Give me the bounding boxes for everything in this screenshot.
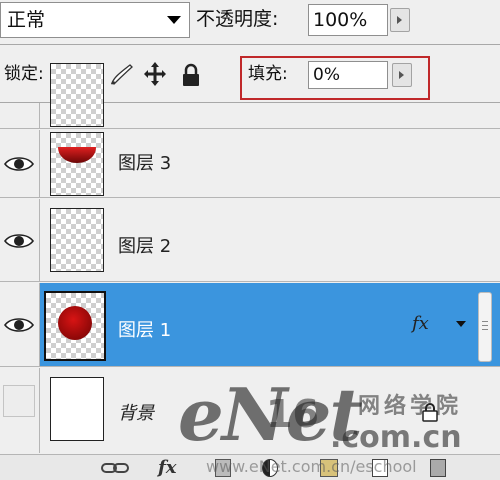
- layer-name[interactable]: 图层 3: [118, 152, 171, 176]
- layers-scrollbar[interactable]: [478, 292, 492, 362]
- red-circle-shape: [58, 306, 92, 340]
- layer-thumbnail: [50, 63, 104, 127]
- opacity-label: 不透明度:: [196, 8, 279, 30]
- opacity-input[interactable]: 100%: [308, 4, 388, 36]
- divider: [0, 44, 500, 45]
- opacity-stepper-button[interactable]: [390, 8, 410, 32]
- visibility-toggle[interactable]: [0, 103, 40, 128]
- blend-mode-value: 正常: [7, 9, 46, 31]
- lock-label: 锁定:: [4, 64, 44, 84]
- lock-all-padlock-icon[interactable]: [181, 63, 201, 87]
- eye-icon: [4, 234, 34, 248]
- layer-row-selected[interactable]: 图层 1 fx: [0, 283, 500, 367]
- watermark-number: 16: [266, 392, 319, 436]
- effects-expand-icon[interactable]: [456, 321, 466, 327]
- lock-image-brush-icon[interactable]: [108, 62, 134, 86]
- eye-icon: [4, 318, 34, 332]
- link-layers-icon[interactable]: [100, 459, 130, 477]
- add-layer-style-icon[interactable]: fx: [158, 459, 176, 477]
- effects-fx-icon[interactable]: fx: [412, 313, 429, 334]
- dropdown-arrow-icon: [167, 16, 181, 24]
- layer-name[interactable]: 背景: [118, 402, 154, 426]
- layer-thumbnail: [50, 208, 104, 272]
- layer-row[interactable]: 图层 3: [0, 130, 500, 198]
- layer-row[interactable]: 图层 2: [0, 199, 500, 282]
- lock-position-move-icon[interactable]: [143, 61, 167, 87]
- red-bowl-shape: [58, 147, 96, 163]
- layer-thumbnail: [50, 132, 104, 196]
- watermark-domain: .com.cn: [330, 420, 462, 455]
- layer-thumbnail: [44, 291, 106, 361]
- visibility-toggle[interactable]: [0, 130, 40, 197]
- eye-icon: [4, 157, 34, 171]
- layer-row-partial[interactable]: [0, 63, 500, 129]
- visibility-toggle[interactable]: [0, 199, 40, 281]
- visibility-toggle[interactable]: [0, 283, 40, 366]
- watermark-url: www.eNet.com.cn/eschool: [206, 457, 417, 476]
- layer-name[interactable]: 图层 1: [118, 319, 171, 343]
- delete-layer-icon[interactable]: [430, 459, 446, 477]
- blend-mode-dropdown[interactable]: 正常: [0, 2, 190, 38]
- empty-visibility-box: [3, 385, 35, 417]
- layers-bottom-bar: fx www.eNet.com.cn/eschool: [0, 454, 500, 480]
- visibility-toggle[interactable]: [0, 368, 40, 453]
- arrow-right-icon: [397, 16, 402, 24]
- fill-highlight-box: [240, 56, 430, 100]
- layer-name[interactable]: 图层 2: [118, 235, 171, 259]
- watermark-chinese: 网络学院: [358, 394, 463, 419]
- layer-thumbnail: [50, 377, 104, 441]
